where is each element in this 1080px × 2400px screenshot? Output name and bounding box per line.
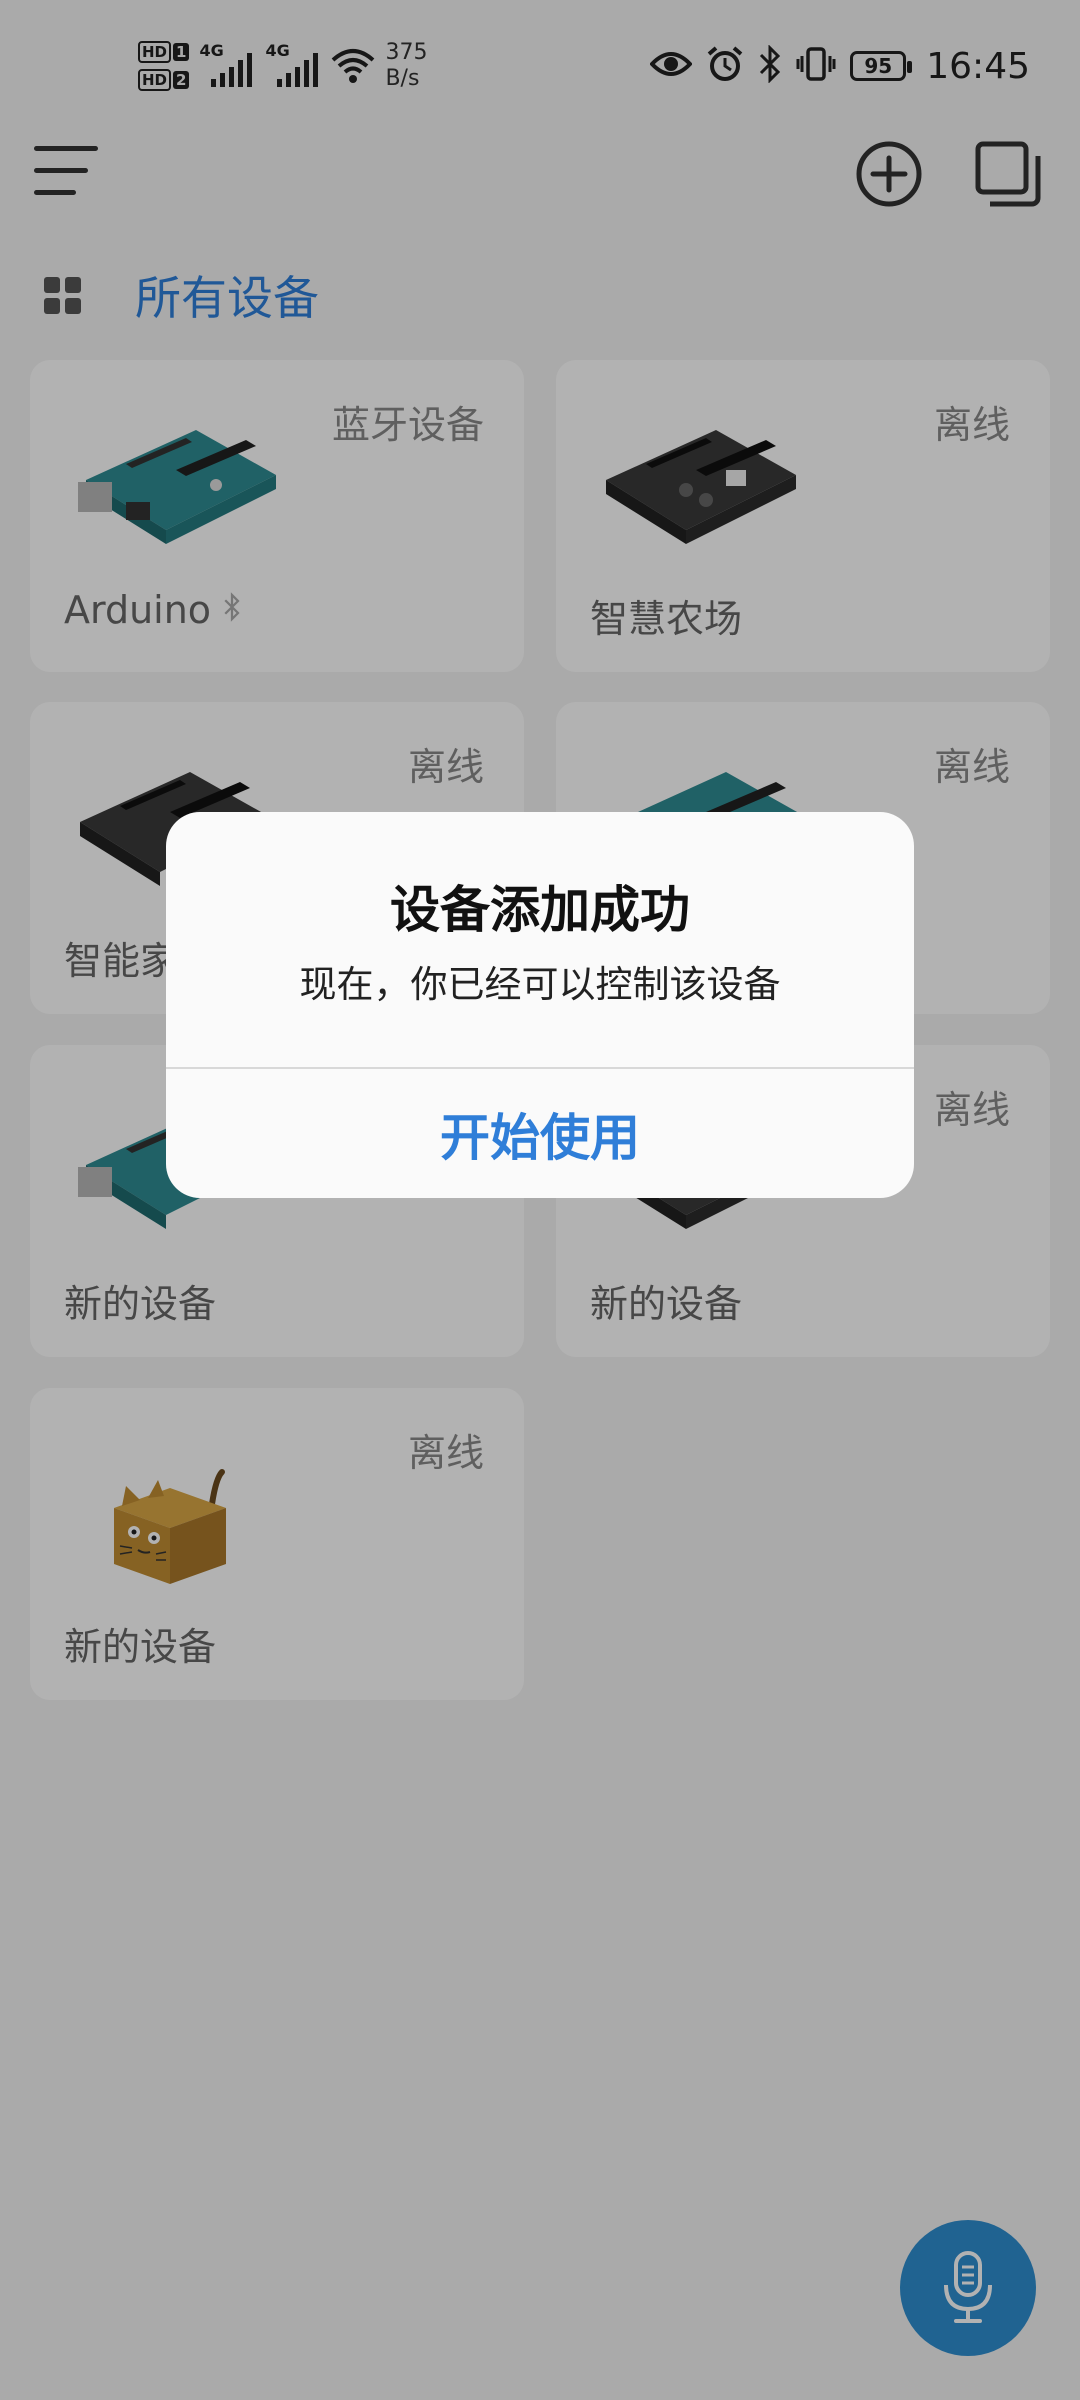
start-using-button[interactable]: 开始使用 [166, 1069, 914, 1198]
dialog-title: 设备添加成功 [390, 881, 690, 939]
success-dialog: 设备添加成功 现在，你已经可以控制该设备 开始使用 [166, 812, 914, 1198]
dialog-message: 现在，你已经可以控制该设备 [299, 963, 781, 1006]
modal-scrim[interactable] [0, 0, 1080, 2400]
